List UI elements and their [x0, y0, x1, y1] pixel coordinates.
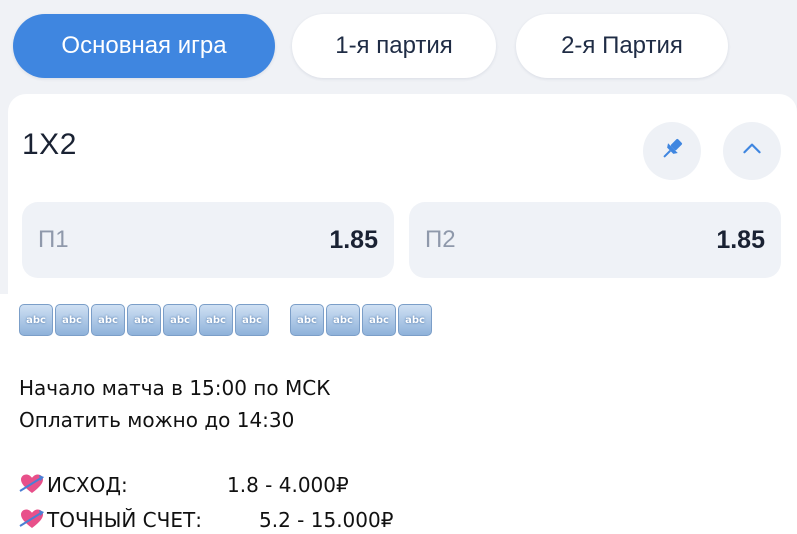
- exact-score-line: ТОЧНЫЙ СЧЕТ: 5.2 - 15.000₽: [19, 507, 393, 534]
- abc-emoji-icon: abc: [127, 304, 161, 336]
- tab-second-set[interactable]: 2-я Партия: [516, 14, 728, 78]
- odd-value: 1.85: [716, 225, 765, 254]
- tab-main-game[interactable]: Основная игра: [13, 14, 275, 78]
- odd-value: 1.85: [329, 225, 378, 254]
- pin-button[interactable]: [643, 122, 701, 180]
- emoji-spacer: [271, 304, 290, 336]
- market-card: 1X2 П1 1.85 П2 1.85: [8, 94, 797, 294]
- odd-button-p1[interactable]: П1 1.85: [22, 202, 394, 278]
- tab-first-set[interactable]: 1-я партия: [292, 14, 496, 78]
- abc-emoji-icon: abc: [398, 304, 432, 336]
- odd-label: П2: [425, 226, 456, 253]
- exact-score-label: ТОЧНЫЙ СЧЕТ:: [47, 508, 202, 532]
- abc-emoji-icon: abc: [163, 304, 197, 336]
- outcome-line: ИСХОД: 1.8 - 4.000₽: [19, 472, 349, 501]
- abc-emoji-row: abc abc abc abc abc abc abc abc abc abc abc: [19, 304, 434, 336]
- match-start-text: Начало матча в 15:00 по МСК: [19, 376, 331, 400]
- abc-emoji-icon: abc: [326, 304, 360, 336]
- pin-icon: [657, 134, 687, 168]
- market-title: 1X2: [22, 128, 77, 161]
- outcome-label: ИСХОД:: [47, 473, 128, 497]
- heart-arrow-icon: [19, 472, 45, 501]
- payment-deadline-text: Оплатить можно до 14:30: [19, 408, 295, 432]
- odd-button-p2[interactable]: П2 1.85: [409, 202, 781, 278]
- heart-arrow-icon: [19, 507, 45, 534]
- odds-row: П1 1.85 П2 1.85: [22, 202, 781, 278]
- abc-emoji-icon: abc: [362, 304, 396, 336]
- abc-emoji-icon: abc: [235, 304, 269, 336]
- outcome-value: 1.8 - 4.000₽: [227, 473, 349, 497]
- odd-label: П1: [38, 226, 69, 253]
- abc-emoji-icon: abc: [91, 304, 125, 336]
- abc-emoji-icon: abc: [290, 304, 324, 336]
- collapse-button[interactable]: [723, 122, 781, 180]
- chevron-up-icon: [739, 136, 765, 166]
- abc-emoji-icon: abc: [199, 304, 233, 336]
- exact-score-value: 5.2 - 15.000₽: [259, 508, 394, 532]
- period-tabs: Основная игра 1-я партия 2-я Партия: [13, 14, 728, 78]
- abc-emoji-icon: abc: [55, 304, 89, 336]
- abc-emoji-icon: abc: [19, 304, 53, 336]
- market-panel: Основная игра 1-я партия 2-я Партия 1X2: [0, 0, 797, 294]
